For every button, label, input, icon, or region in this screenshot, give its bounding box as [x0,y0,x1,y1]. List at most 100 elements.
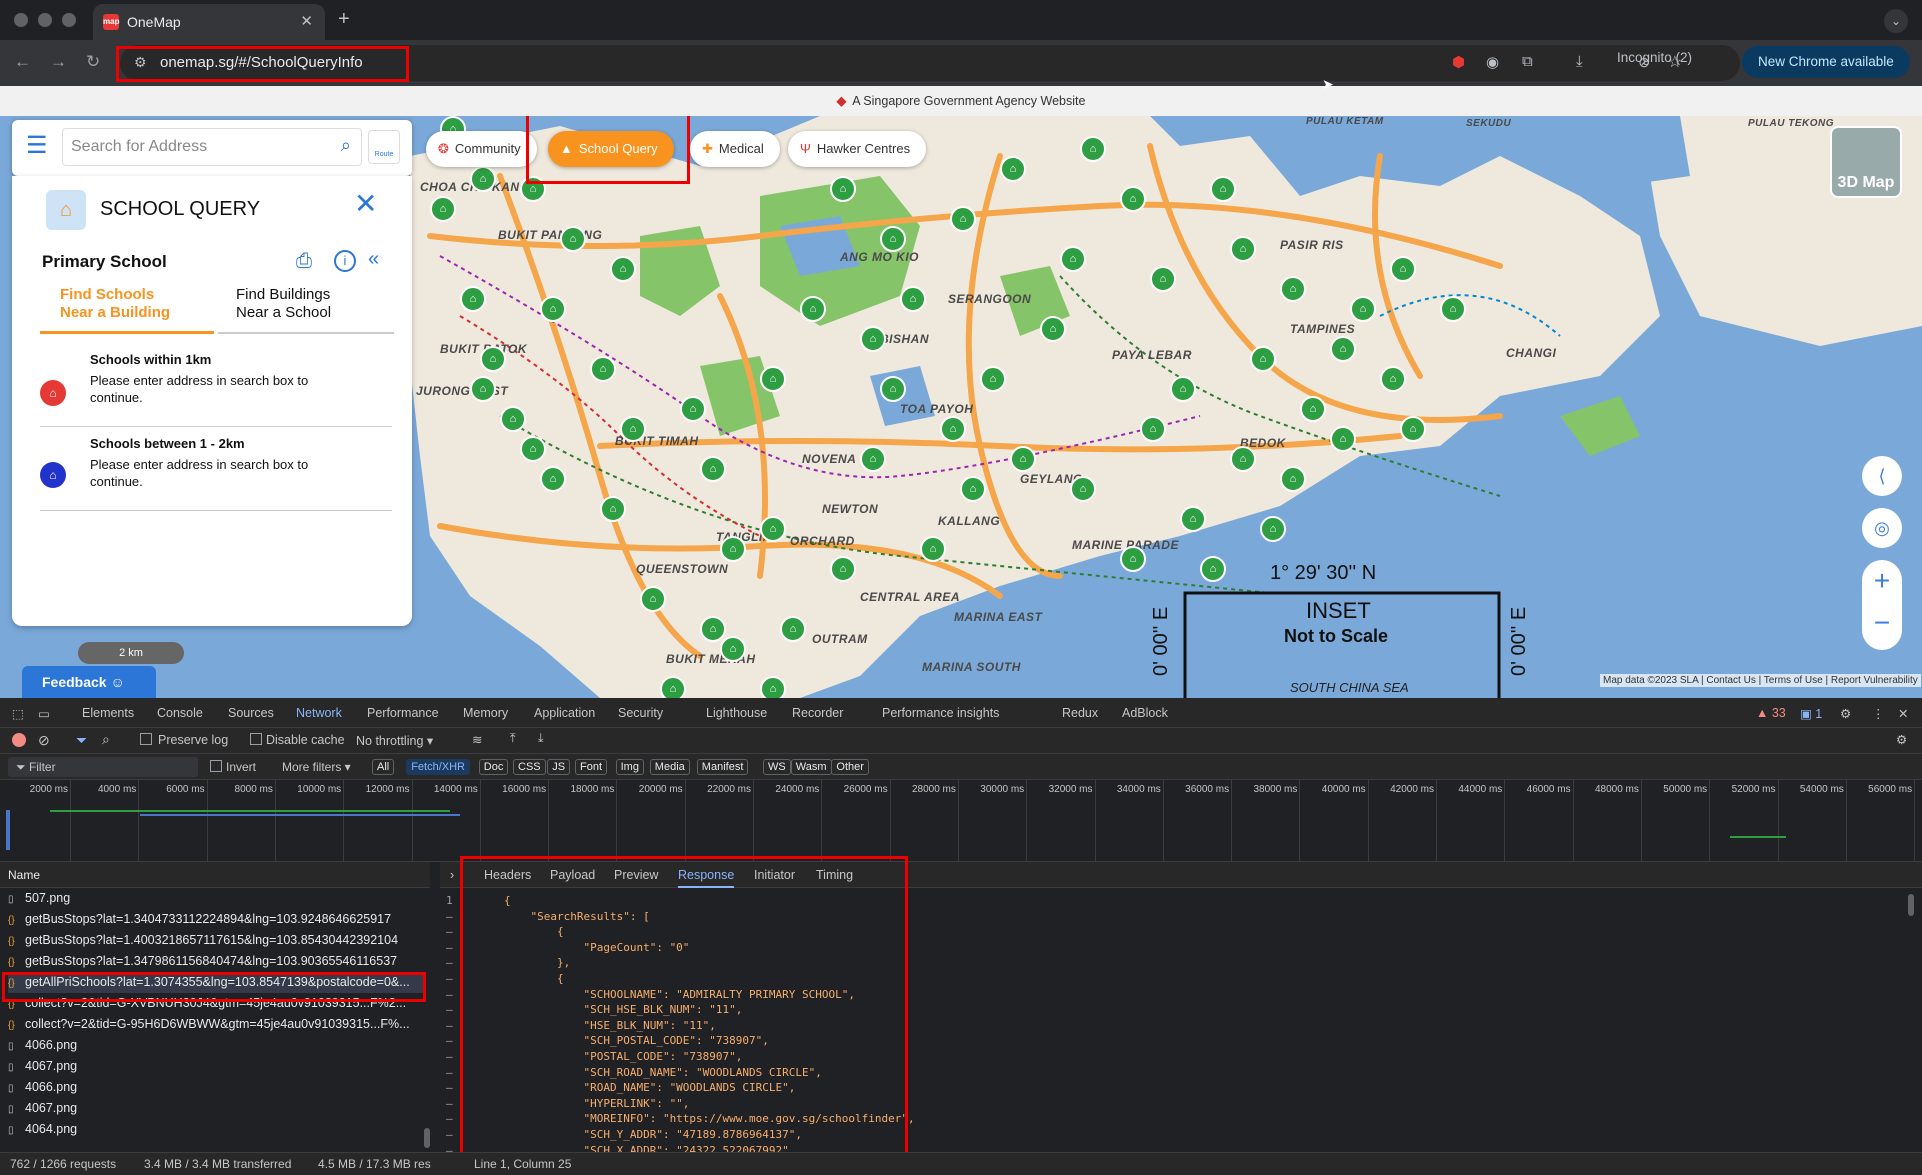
school-marker-icon[interactable]: ⌂ [560,226,586,252]
request-row[interactable]: ▯ 4067.png [8,1056,423,1077]
school-marker-icon[interactable]: ⌂ [1010,446,1036,472]
chip-community[interactable]: ❂ Community [426,131,537,167]
school-marker-icon[interactable]: ⌂ [950,206,976,232]
devtools-tab-recorder[interactable]: Recorder [792,706,843,720]
school-marker-icon[interactable]: ⌂ [960,476,986,502]
school-marker-icon[interactable]: ⌂ [920,536,946,562]
route-button[interactable]: Route [368,130,400,164]
filter-type-all[interactable]: All [372,759,395,775]
school-marker-icon[interactable]: ⌂ [1280,276,1306,302]
school-marker-icon[interactable]: ⌂ [460,286,486,312]
request-row[interactable]: ▯ 4067.png [8,1098,423,1119]
school-marker-icon[interactable]: ⌂ [1120,186,1146,212]
info-icon[interactable]: i [334,250,356,272]
browser-tab[interactable]: map OneMap ✕ [93,4,325,40]
school-marker-icon[interactable]: ⌂ [830,556,856,582]
search-input[interactable]: Search for Address ⌕ [62,128,362,166]
export-har-icon[interactable]: ⤓ [538,731,544,746]
invert-checkbox[interactable] [210,760,222,772]
locate-icon[interactable]: ◎ [1862,508,1902,548]
school-marker-icon[interactable]: ⌂ [470,376,496,402]
request-row[interactable]: {} collect?v=2&tid=G-95H6D6WBWW&gtm=45je4… [8,1014,423,1035]
school-marker-icon[interactable]: ⌂ [1230,236,1256,262]
school-marker-icon[interactable]: ⌂ [1250,346,1276,372]
filter-type-manifest[interactable]: Manifest [696,759,749,775]
school-marker-icon[interactable]: ⌂ [860,326,886,352]
response-scrollbar[interactable] [1908,894,1914,916]
request-row[interactable]: ▯ 4066.png [8,1077,423,1098]
school-marker-icon[interactable]: ⌂ [780,616,806,642]
network-settings-icon[interactable]: ⚙ [1896,732,1907,747]
devtools-tab-performance-insights[interactable]: Performance insights [882,706,999,720]
school-marker-icon[interactable]: ⌂ [720,636,746,662]
preserve-log-checkbox[interactable] [140,733,152,745]
filter-type-font[interactable]: Font [575,759,608,775]
school-marker-icon[interactable]: ⌂ [610,256,636,282]
school-marker-icon[interactable]: ⌂ [1260,516,1286,542]
school-marker-icon[interactable]: ⌂ [540,296,566,322]
close-window-button[interactable] [14,13,28,27]
devtools-tab-adblock[interactable]: AdBlock [1122,706,1168,720]
feedback-button[interactable]: Feedback ☺ [22,666,156,698]
search-icon[interactable]: ⌕ [341,135,351,156]
devtools-tab-console[interactable]: Console [157,706,203,720]
devtools-tab-redux[interactable]: Redux [1062,706,1098,720]
inspect-element-icon[interactable]: ⬚ [12,706,24,721]
school-marker-icon[interactable]: ⌂ [430,196,456,222]
request-list-scrollbar[interactable] [424,1128,430,1148]
filter-type-img[interactable]: Img [615,759,644,775]
record-icon[interactable] [12,733,26,747]
school-marker-icon[interactable]: ⌂ [1380,366,1406,392]
school-marker-icon[interactable]: ⌂ [500,406,526,432]
request-row[interactable]: {} getBusStops?lat=1.3479861156840474&lng… [8,951,423,972]
filter-type-other[interactable]: Other [831,759,869,775]
tab-find-buildings[interactable]: Find Buildings Near a School [218,286,394,334]
school-marker-icon[interactable]: ⌂ [1120,546,1146,572]
school-marker-icon[interactable]: ⌂ [860,446,886,472]
school-marker-icon[interactable]: ⌂ [700,616,726,642]
school-marker-icon[interactable]: ⌂ [1390,256,1416,282]
tab-find-schools[interactable]: Find Schools Near a Building [40,286,214,334]
school-marker-icon[interactable]: ⌂ [640,586,666,612]
school-marker-icon[interactable]: ⌂ [1280,466,1306,492]
school-marker-icon[interactable]: ⌂ [1330,426,1356,452]
close-tab-icon[interactable]: ✕ [300,12,313,30]
school-marker-icon[interactable]: ⌂ [1000,156,1026,182]
network-timeline-overview[interactable]: 2000 ms 4000 ms 6000 ms 8000 ms 10000 ms 1200… [0,780,1922,862]
new-chrome-available-button[interactable]: New Chrome available [1742,46,1910,78]
zoom-in-icon[interactable]: + [1862,560,1902,602]
school-marker-icon[interactable]: ⌂ [830,176,856,202]
devtools-tab-memory[interactable]: Memory [463,706,508,720]
info-badge[interactable]: ▣ 1 [1800,706,1822,721]
devtools-close-icon[interactable]: ✕ [1898,706,1908,721]
devtools-more-icon[interactable]: ⋮ [1872,706,1885,721]
new-tab-icon[interactable]: + [338,8,350,31]
back-icon[interactable]: ← [14,52,31,72]
maximize-window-button[interactable] [62,13,76,27]
school-marker-icon[interactable]: ⌂ [760,516,786,542]
school-marker-icon[interactable]: ⌂ [660,676,686,698]
3d-map-button[interactable]: 3D Map [1830,126,1902,198]
school-marker-icon[interactable]: ⌂ [940,416,966,442]
devtools-tab-application[interactable]: Application [534,706,595,720]
filter-type-doc[interactable]: Doc [478,759,509,775]
more-filters-button[interactable]: More filters ▾ [282,760,351,774]
device-toolbar-icon[interactable]: ▭ [38,706,50,721]
school-marker-icon[interactable]: ⌂ [900,286,926,312]
request-row[interactable]: ▯ 4066.png [8,1035,423,1056]
clear-icon[interactable]: ⊘ [38,732,50,749]
school-marker-icon[interactable]: ⌂ [1070,476,1096,502]
school-marker-icon[interactable]: ⌂ [1400,416,1426,442]
school-marker-icon[interactable]: ⌂ [1200,556,1226,582]
chip-medical[interactable]: ✚ Medical [690,131,780,167]
request-row[interactable]: {} getBusStops?lat=1.4003218657117615&lng… [8,930,423,951]
warnings-badge[interactable]: ▲ 33 [1756,706,1786,720]
filter-input[interactable]: ⏷ Filter [8,757,198,777]
school-marker-icon[interactable]: ⌂ [1230,446,1256,472]
forward-icon[interactable]: → [50,52,67,72]
school-marker-icon[interactable]: ⌂ [1140,416,1166,442]
devtools-tab-performance[interactable]: Performance [367,706,439,720]
school-marker-icon[interactable]: ⌂ [1180,506,1206,532]
name-column-header[interactable]: Name [0,862,430,888]
devtools-tab-sources[interactable]: Sources [228,706,274,720]
